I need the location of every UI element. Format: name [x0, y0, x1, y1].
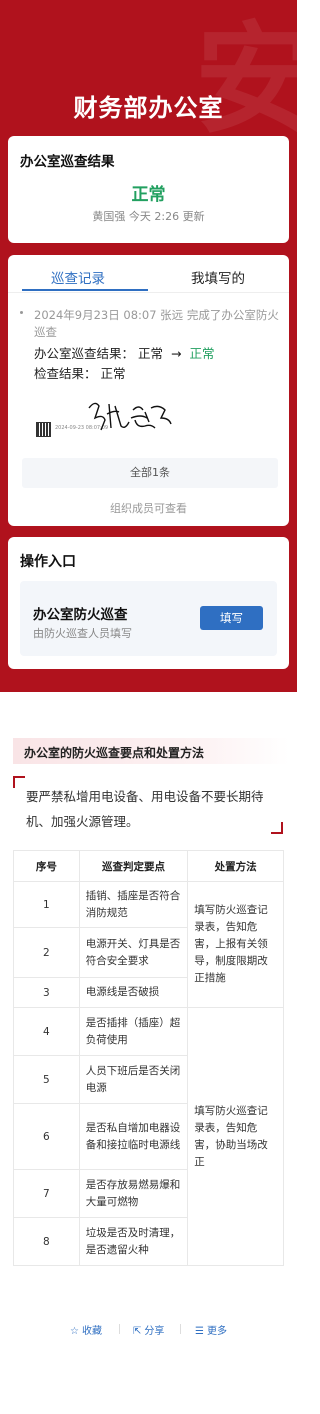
operation-item: 办公室防火巡查 由防火巡查人员填写 填写	[20, 581, 277, 656]
favorite-button[interactable]: ☆ 收藏	[70, 1322, 102, 1337]
more-button[interactable]: ☰ 更多	[195, 1322, 227, 1337]
tab-inspection-records[interactable]: 巡查记录	[8, 267, 148, 287]
share-button[interactable]: ⇱ 分享	[133, 1322, 164, 1337]
active-tab-indicator	[22, 289, 148, 291]
quote-corner-top-left	[13, 776, 25, 788]
row-point: 插销、插座是否符合消防规范	[78, 881, 189, 928]
row-no: 1	[13, 881, 80, 928]
section-heading: 办公室的防火巡查要点和处置方法	[13, 738, 289, 764]
qr-code-icon	[36, 422, 51, 437]
section-intro: 要严禁私增用电设备、用电设备不要长期待机、加强火源管理。	[26, 789, 264, 829]
hero-banner: 安 财务部办公室 办公室巡查结果 正常 黄国强 今天 2:26 更新 巡查记录 …	[0, 0, 297, 692]
tab-bar: 巡查记录 我填写的	[8, 255, 289, 293]
row-no: 6	[13, 1103, 80, 1170]
record-check-line: 检查结果： 正常	[34, 366, 126, 381]
share-icon: ⇱	[133, 1326, 142, 1337]
row-point: 电源线是否破损	[78, 977, 189, 1008]
row-no: 2	[13, 927, 80, 978]
page-title: 财务部办公室	[73, 94, 224, 122]
footer-divider	[119, 1324, 120, 1334]
row-point: 垃圾是否及时清理，是否遗留火种	[78, 1217, 189, 1266]
signature-image	[88, 402, 172, 431]
operation-desc: 由防火巡查人员填写	[33, 627, 132, 640]
method-cell: 填写防火巡查记录表，告知危害，上报有关领导，制度限期改正措施	[187, 881, 284, 1008]
status-badge: 正常	[131, 185, 166, 205]
row-no: 5	[13, 1055, 80, 1104]
result-card: 办公室巡查结果 正常 黄国强 今天 2:26 更新	[8, 136, 289, 243]
row-point: 是否插排（插座）超负荷使用	[78, 1007, 189, 1056]
update-meta: 黄国强 今天 2:26 更新	[92, 210, 205, 223]
operation-name: 办公室防火巡查	[33, 607, 128, 623]
row-point: 电源开关、灯具是否符合安全要求	[78, 927, 189, 978]
fill-button[interactable]: 填写	[200, 606, 263, 630]
record-result-before: 正常	[138, 346, 164, 361]
more-label: 更多	[206, 1326, 227, 1337]
row-point: 是否私自增加电器设备和接拉临时电源线	[78, 1103, 189, 1170]
row-no: 3	[13, 977, 80, 1008]
col-header-no: 序号	[13, 850, 80, 882]
method-cell: 填写防火巡查记录表，告知危害，协助当场改正	[187, 1007, 284, 1266]
operations-card: 操作入口 办公室防火巡查 由防火巡查人员填写 填写	[8, 537, 289, 669]
result-card-title: 办公室巡查结果	[20, 154, 115, 170]
record-header: 2024年9月23日 08:07 张远 完成了办公室防火巡查	[34, 308, 279, 339]
table-row: 4 是否插排（插座）超负荷使用 填写防火巡查记录表，告知危害，协助当场改正	[13, 1007, 284, 1266]
record-result-label: 办公室巡查结果：	[34, 346, 135, 361]
footer-divider	[180, 1324, 181, 1334]
table-header-row: 序号 巡查判定要点 处置方法	[13, 850, 284, 882]
section-title-text: 办公室的防火巡查要点和处置方法	[24, 746, 205, 760]
row-no: 4	[13, 1007, 80, 1056]
inspection-table: 序号 巡查判定要点 处置方法 1 插销、插座是否符合消防规范 填写防火巡查记录表…	[13, 850, 284, 1266]
tab-my-submissions[interactable]: 我填写的	[148, 267, 288, 287]
star-icon: ☆	[70, 1326, 79, 1337]
col-header-method: 处置方法	[187, 850, 284, 882]
record-card: 巡查记录 我填写的 2024年9月23日 08:07 张远 完成了办公室防火巡查…	[8, 255, 289, 526]
hero-watermark: 安	[195, 9, 297, 150]
col-header-point: 巡查判定要点	[78, 850, 189, 882]
view-all-button[interactable]: 全部1条	[22, 458, 278, 488]
menu-icon: ☰	[195, 1326, 204, 1337]
row-point: 是否存放易燃易爆和大量可燃物	[78, 1169, 189, 1218]
record-result-after: 正常	[189, 346, 215, 361]
record-result-line: 办公室巡查结果： 正常 → 正常	[34, 343, 214, 362]
quote-corner-bottom-right	[271, 822, 283, 834]
share-label: 分享	[144, 1326, 165, 1337]
operations-title: 操作入口	[20, 554, 76, 570]
arrow-right-icon: →	[171, 346, 182, 361]
visibility-note: 组织成员可查看	[110, 502, 187, 515]
row-no: 7	[13, 1169, 80, 1218]
row-no: 8	[13, 1217, 80, 1266]
record-bullet	[20, 311, 23, 314]
table-row: 1 插销、插座是否符合消防规范 填写防火巡查记录表，告知危害，上报有关领导，制度…	[13, 881, 284, 1008]
footer-actions: ☆ 收藏 ⇱ 分享 ☰ 更多	[0, 1322, 302, 1338]
favorite-label: 收藏	[81, 1326, 102, 1337]
row-point: 人员下班后是否关闭电源	[78, 1055, 189, 1104]
